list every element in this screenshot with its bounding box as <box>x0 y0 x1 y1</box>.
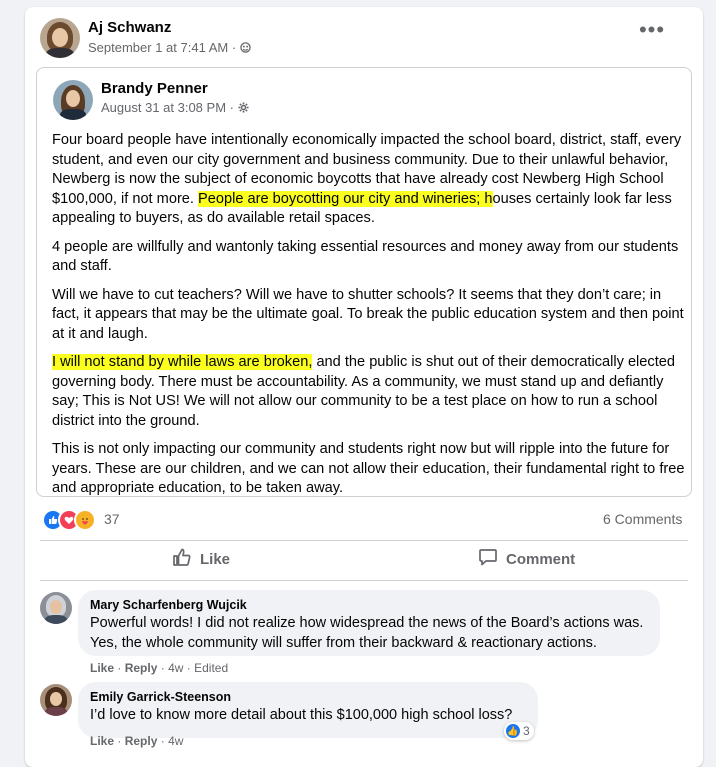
divider <box>40 580 688 581</box>
sep: · <box>160 661 165 675</box>
comment-bubble: Mary Scharfenberg Wujcik Powerful words!… <box>78 590 660 656</box>
commenter-avatar[interactable] <box>40 592 72 624</box>
sep: · <box>117 734 122 748</box>
like-reaction-icon: 👍 <box>506 724 520 738</box>
meta-separator: · <box>229 100 234 115</box>
comment-edited: Edited <box>194 661 229 675</box>
friends-icon <box>240 40 251 55</box>
gear-icon <box>238 100 249 115</box>
comment-reply-link[interactable]: Reply <box>125 734 158 748</box>
comment-time[interactable]: 4w <box>168 661 183 675</box>
paragraph-1: Four board people have intentionally eco… <box>52 131 692 229</box>
highlighted-text: People are boycotting our city and winer… <box>198 190 493 207</box>
comment-like-link[interactable]: Like <box>90 661 114 675</box>
paragraph-3: Will we have to cut teachers? Will we ha… <box>52 286 684 342</box>
care-reaction-icon <box>74 509 96 531</box>
comments-count[interactable]: 6 Comments <box>603 511 682 527</box>
paragraph-5: This is not only impacting our community… <box>52 441 685 496</box>
thumbs-up-icon <box>172 547 192 571</box>
shared-author-avatar[interactable] <box>53 80 93 120</box>
post-meta: September 1 at 7:41 AM · <box>88 40 251 55</box>
divider <box>40 540 688 541</box>
like-button[interactable]: Like <box>172 543 230 575</box>
shared-post-body: Four board people have intentionally eco… <box>52 131 692 508</box>
comment-text: I’d love to know more detail about this … <box>90 707 513 723</box>
author-avatar[interactable] <box>40 18 80 58</box>
commenter-name[interactable]: Emily Garrick-Steenson <box>90 690 526 704</box>
comment-actions: Like · Reply · 4w <box>90 734 183 748</box>
paragraph-4: I will not stand by while laws are broke… <box>52 353 692 431</box>
commenter-avatar[interactable] <box>40 684 72 716</box>
author-name[interactable]: Aj Schwanz <box>88 19 171 36</box>
comment-reaction-badge[interactable]: 👍 3 <box>504 722 534 740</box>
comment-like-link[interactable]: Like <box>90 734 114 748</box>
comment-actions: Like · Reply · 4w · Edited <box>90 661 228 675</box>
highlighted-text: I will not stand by while laws are broke… <box>52 354 313 370</box>
more-options-icon[interactable]: ••• <box>636 19 668 47</box>
shared-timestamp[interactable]: August 31 at 3:08 PM <box>101 100 226 115</box>
meta-separator: · <box>231 40 237 55</box>
sep: · <box>117 661 122 675</box>
sep: · <box>160 734 165 748</box>
sep: · <box>186 661 191 675</box>
paragraph-2: 4 people are willfully and wantonly taki… <box>52 238 679 275</box>
comment-reply-link[interactable]: Reply <box>125 661 158 675</box>
comment-time[interactable]: 4w <box>168 734 183 748</box>
like-label: Like <box>200 550 231 568</box>
shared-author-name[interactable]: Brandy Penner <box>101 80 208 97</box>
comment-button[interactable]: Comment <box>478 543 575 575</box>
reaction-count[interactable]: 37 <box>104 511 120 527</box>
comment-reaction-count: 3 <box>523 724 530 738</box>
comment-bubble: Emily Garrick-Steenson I’d love to know … <box>78 682 538 738</box>
post-timestamp[interactable]: September 1 at 7:41 AM <box>88 40 228 55</box>
comment-text: Powerful words! I did not realize how wi… <box>90 615 644 651</box>
comment-label: Comment <box>506 550 576 568</box>
shared-post-meta: August 31 at 3:08 PM · <box>101 100 249 115</box>
comment-icon <box>478 547 498 571</box>
commenter-name[interactable]: Mary Scharfenberg Wujcik <box>90 598 648 612</box>
